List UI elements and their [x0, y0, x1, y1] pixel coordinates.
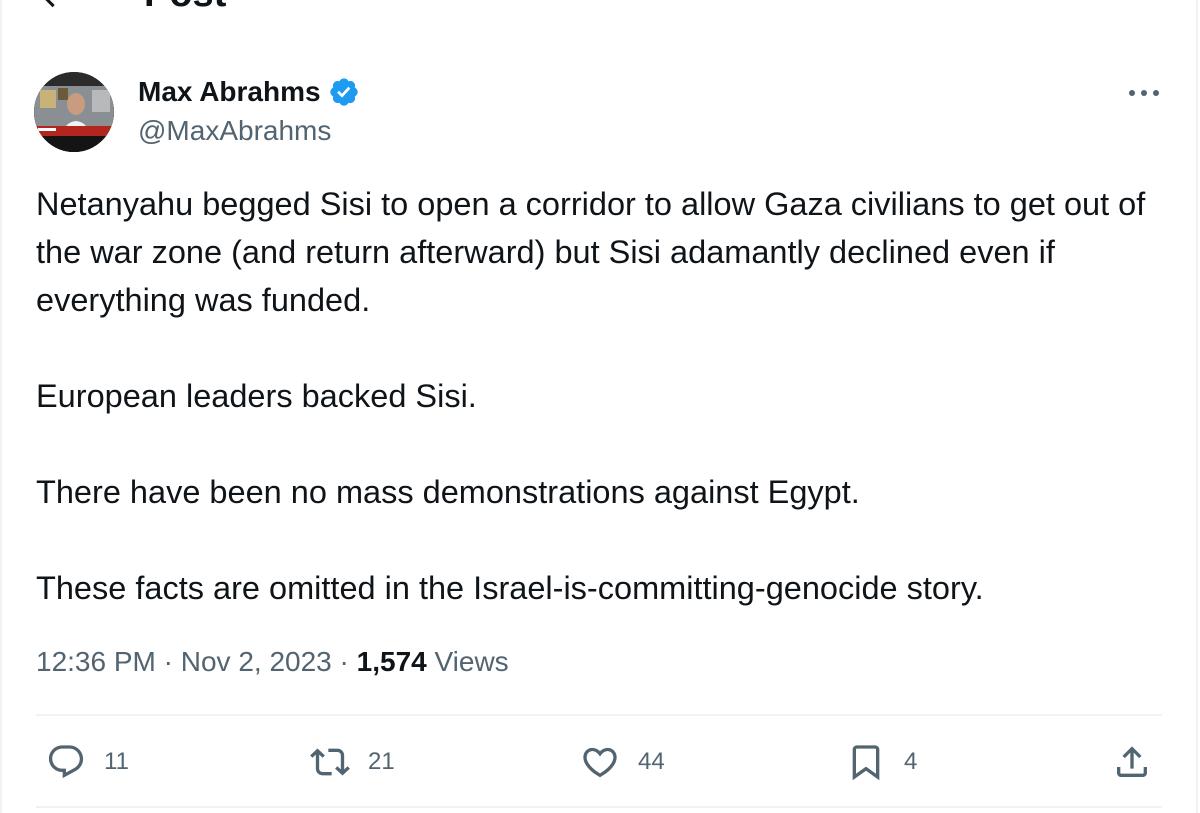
author-name[interactable]: Max Abrahms — [138, 75, 321, 109]
bookmark-icon — [852, 745, 880, 781]
reply-count: 11 — [104, 748, 129, 775]
verified-badge-icon[interactable] — [328, 76, 360, 108]
divider — [36, 806, 1162, 808]
tweet-meta: 12:36 PM · Nov 2, 2023 · 1,574 Views — [36, 642, 509, 682]
repost-icon — [310, 748, 350, 776]
arrow-left-icon[interactable] — [36, 0, 72, 14]
views-count: 1,574 — [356, 646, 427, 677]
more-options-icon[interactable] — [1124, 80, 1164, 106]
like-count: 44 — [638, 748, 665, 775]
share-icon — [1117, 746, 1147, 777]
tweet-time[interactable]: 12:36 PM — [36, 646, 156, 677]
tweet-paragraph: There have been no mass demonstrations a… — [36, 474, 860, 510]
divider — [36, 714, 1162, 716]
frame-border-right — [1196, 0, 1198, 813]
repost-button[interactable]: 21 — [310, 738, 395, 786]
reply-icon — [48, 745, 84, 779]
avatar-photo-icon — [34, 72, 114, 152]
reply-button[interactable]: 11 — [46, 738, 129, 786]
tweet-paragraph: European leaders backed Sisi. — [36, 378, 477, 414]
share-button[interactable] — [1112, 738, 1152, 786]
tweet-paragraph: Netanyahu begged Sisi to open a corridor… — [36, 186, 1146, 318]
post-header: Post — [0, 0, 1200, 20]
author-name-row[interactable]: Max Abrahms — [138, 74, 360, 110]
meta-separator: · — [331, 646, 357, 677]
tweet-date[interactable]: Nov 2, 2023 — [181, 646, 332, 677]
views-label: Views — [426, 646, 509, 677]
bookmark-button[interactable]: 4 — [846, 738, 917, 786]
tweet-paragraph: These facts are omitted in the Israel-is… — [36, 570, 984, 606]
meta-separator: · — [155, 646, 181, 677]
page-title: Post — [144, 0, 226, 14]
author-handle[interactable]: @MaxAbrahms — [138, 114, 331, 148]
heart-icon — [583, 747, 617, 778]
frame-border-left — [0, 0, 2, 813]
bookmark-count: 4 — [904, 748, 918, 775]
tweet-text: Netanyahu begged Sisi to open a corridor… — [36, 180, 1146, 612]
repost-count: 21 — [368, 748, 395, 775]
avatar[interactable] — [34, 72, 114, 152]
like-button[interactable]: 44 — [580, 738, 665, 786]
